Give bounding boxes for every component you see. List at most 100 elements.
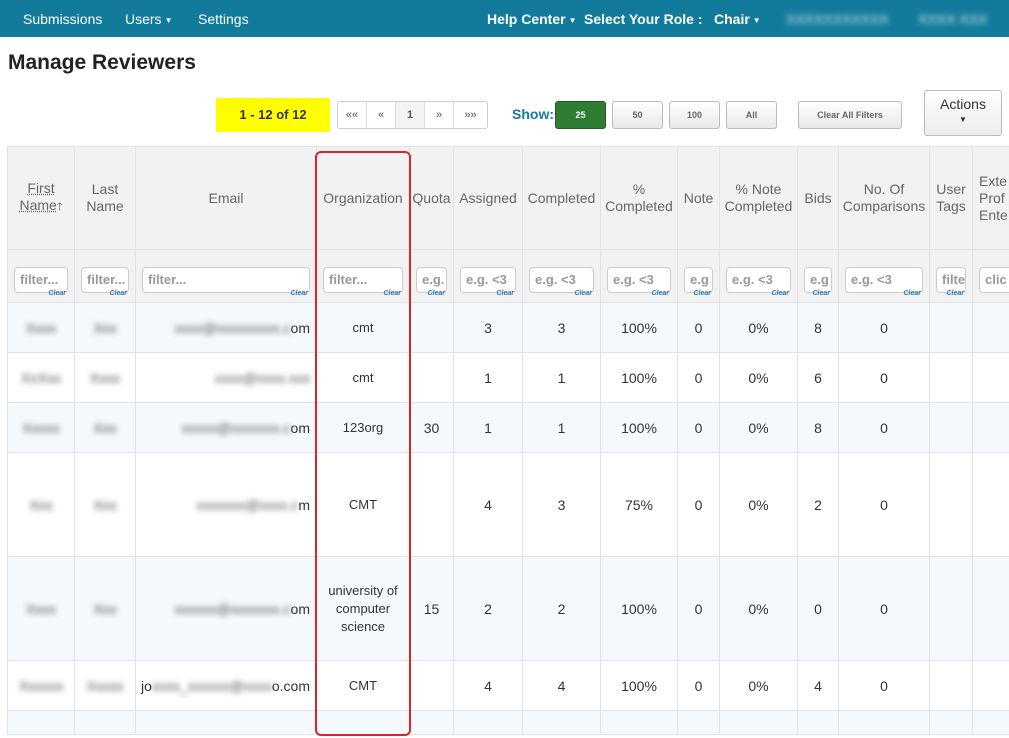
col-external-profile[interactable]: Exte Prof Ente: [972, 146, 1009, 250]
cell-tags: [929, 710, 973, 735]
cell-assigned[interactable]: 1: [453, 402, 523, 453]
comparisons-filter-input[interactable]: e.g. <3: [845, 266, 923, 293]
nav-users[interactable]: Users ▼: [125, 11, 172, 27]
col-user-tags[interactable]: User Tags: [929, 146, 973, 250]
cell-pct: 100%: [600, 402, 678, 453]
cell-tags: [929, 556, 973, 661]
quota-filter-input[interactable]: e.g.: [416, 266, 447, 293]
cell-completed: 3: [522, 302, 601, 353]
clear-filter-link[interactable]: Clear: [109, 290, 127, 297]
col-last-name[interactable]: Last Name: [74, 146, 136, 250]
cell-assigned[interactable]: [453, 710, 523, 735]
cell-pct: 100%: [600, 352, 678, 403]
cell-quota[interactable]: 30: [409, 402, 454, 453]
cell-quota[interactable]: [409, 302, 454, 353]
show-all-button[interactable]: All: [726, 101, 777, 129]
cell-bids: 4: [797, 660, 839, 711]
clear-filter-link[interactable]: Clear: [771, 290, 789, 297]
first-name-label: First: [27, 180, 55, 196]
col-email[interactable]: Email: [135, 146, 317, 250]
col-first-name[interactable]: First Name🡑: [7, 146, 75, 250]
completed-filter-input[interactable]: e.g. <3: [529, 266, 594, 293]
col-quota[interactable]: Quota: [409, 146, 454, 250]
page-1-button[interactable]: 1: [396, 102, 425, 128]
col-note[interactable]: Note: [677, 146, 720, 250]
col-assigned[interactable]: Assigned: [453, 146, 523, 250]
organization-filter-input[interactable]: filter...: [323, 266, 403, 293]
user-name-menu[interactable]: XXXX XXX: [918, 11, 987, 27]
clear-filter-link[interactable]: Clear: [48, 290, 66, 297]
clear-all-filters-button[interactable]: Clear All Filters: [798, 101, 902, 129]
email-suffix: om: [290, 319, 310, 336]
pct-completed-filter-input[interactable]: e.g. <3: [607, 266, 671, 293]
col-pct-note-completed[interactable]: % Note Completed: [719, 146, 798, 250]
actions-dropdown[interactable]: Actions ▼: [924, 90, 1002, 136]
email-filter-input[interactable]: filter...: [142, 266, 310, 293]
clear-filter-link[interactable]: Clear: [946, 290, 964, 297]
note-filter-input[interactable]: e.g: [684, 266, 713, 293]
clear-filter-link[interactable]: Clear: [574, 290, 592, 297]
show-25-button[interactable]: 25: [555, 101, 606, 129]
assigned-filter-input[interactable]: e.g. <3: [460, 266, 516, 293]
clear-filter-link[interactable]: Clear: [693, 290, 711, 297]
clear-filter-link[interactable]: Clear: [812, 290, 830, 297]
cell-first: Xxxx: [7, 556, 75, 661]
pct-note-filter-input[interactable]: e.g. <3: [726, 266, 791, 293]
nav-help-center[interactable]: Help Center ▼: [487, 11, 577, 27]
first-name-label-2: Name: [19, 197, 57, 213]
next-page-button[interactable]: »: [425, 102, 454, 128]
clear-filter-link[interactable]: Clear: [903, 290, 921, 297]
cell-ext: [972, 556, 1009, 661]
cell-assigned[interactable]: 3: [453, 302, 523, 353]
cell-email: xxxxxx@xxxxxxx.com: [135, 556, 317, 661]
cell-first: [7, 710, 75, 735]
col-bids[interactable]: Bids: [797, 146, 839, 250]
email-suffix: om: [290, 419, 310, 436]
cell-assigned[interactable]: 4: [453, 660, 523, 711]
nav-submissions[interactable]: Submissions: [23, 11, 102, 27]
external-filter-input[interactable]: clic: [979, 266, 1009, 293]
clear-filter-link[interactable]: Clear: [290, 290, 308, 297]
col-pct-completed[interactable]: % Completed: [600, 146, 678, 250]
cell-pct_note: 0%: [719, 556, 798, 661]
cell-quota[interactable]: [409, 452, 454, 557]
last-name-filter-input[interactable]: filter...: [81, 266, 129, 293]
nav-settings[interactable]: Settings: [198, 11, 249, 27]
clear-filter-link[interactable]: Clear: [496, 290, 514, 297]
user-account-menu[interactable]: XXXXXXXXXXX: [786, 11, 889, 27]
chevron-down-icon: ▼: [568, 15, 577, 25]
col-completed[interactable]: Completed: [522, 146, 601, 250]
filter-cell-pct-completed: e.g. <3 Clear: [600, 249, 678, 303]
cell-assigned[interactable]: 2: [453, 556, 523, 661]
bids-filter-input[interactable]: e.g: [804, 266, 832, 293]
first-page-button[interactable]: ««: [338, 102, 367, 128]
last-name-text: Xxxxx: [86, 677, 124, 694]
role-value: Chair: [714, 11, 750, 27]
cell-pct: 100%: [600, 556, 678, 661]
cell-tags: [929, 302, 973, 353]
role-dropdown[interactable]: Chair ▼: [714, 11, 761, 27]
cell-quota[interactable]: [409, 660, 454, 711]
clear-filter-link[interactable]: Clear: [651, 290, 669, 297]
clear-filter-link[interactable]: Clear: [383, 290, 401, 297]
cell-assigned[interactable]: 1: [453, 352, 523, 403]
cell-org: 123org: [316, 402, 410, 453]
cell-quota[interactable]: [409, 352, 454, 403]
first-name-filter-input[interactable]: filter...: [14, 266, 68, 293]
show-100-button[interactable]: 100: [669, 101, 720, 129]
last-page-button[interactable]: »»: [454, 102, 487, 128]
last-name-text: Xxxx: [89, 369, 121, 386]
tags-filter-input[interactable]: filte: [936, 266, 966, 293]
clear-filter-link[interactable]: Clear: [427, 290, 445, 297]
cell-quota[interactable]: [409, 710, 454, 735]
email-suffix: m: [298, 496, 310, 513]
col-organization[interactable]: Organization: [316, 146, 410, 250]
filter-cell-last: filter... Clear: [74, 249, 136, 303]
reviewers-table: First Name🡑 Last Name Email Organization Q…: [7, 146, 1009, 735]
show-50-button[interactable]: 50: [612, 101, 663, 129]
cell-email: xxxxx@xxxxxxx.com: [135, 402, 317, 453]
prev-page-button[interactable]: «: [367, 102, 396, 128]
cell-quota[interactable]: 15: [409, 556, 454, 661]
cell-assigned[interactable]: 4: [453, 452, 523, 557]
col-comparisons[interactable]: No. Of Comparisons: [838, 146, 930, 250]
